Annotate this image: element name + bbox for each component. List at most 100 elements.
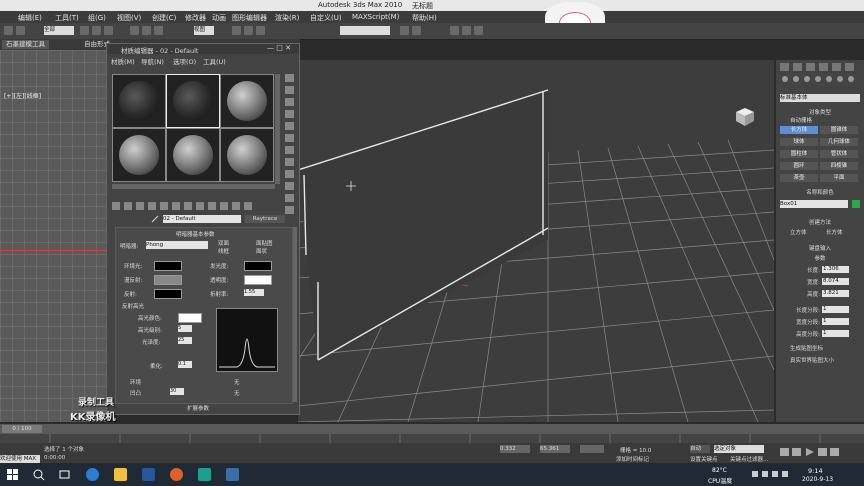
time-slider-thumb[interactable]: 0 / 100	[2, 425, 42, 433]
percent-snap-icon[interactable]	[256, 26, 265, 35]
torus-button[interactable]: 圆环	[780, 162, 818, 170]
slots-scrollbar[interactable]	[275, 74, 280, 184]
selection-filter[interactable]: 全部	[44, 26, 74, 35]
material-type-button[interactable]: Raytrace	[245, 215, 285, 223]
window-controls[interactable]	[830, 0, 864, 11]
search-icon[interactable]	[32, 468, 45, 481]
time-slider[interactable]: 0 / 100	[0, 424, 864, 434]
specular-swatch[interactable]	[154, 289, 182, 299]
menu-help[interactable]: 帮助(H)	[412, 13, 437, 23]
primitive-dropdown[interactable]: 标准基本体	[780, 94, 860, 102]
object-type-header[interactable]: 对象类型	[780, 108, 860, 116]
menu-views[interactable]: 视图(V)	[117, 13, 141, 23]
sample-slot-4[interactable]	[112, 128, 166, 182]
glossiness-input[interactable]: 25	[178, 337, 192, 344]
geosphere-button[interactable]: 几何球体	[820, 138, 858, 146]
creation-method-header[interactable]: 创建方法	[780, 218, 860, 226]
sample-slot-2[interactable]	[166, 74, 220, 128]
set-key-button[interactable]: 设置关键点	[690, 455, 718, 463]
redo-icon[interactable]	[16, 26, 25, 35]
sphere-button[interactable]: 球体	[780, 138, 818, 146]
menu-customize[interactable]: 自定义(U)	[310, 13, 342, 23]
app-task-icon[interactable]	[226, 468, 239, 481]
perspective-viewport[interactable]	[298, 60, 774, 422]
task-view-icon[interactable]	[58, 468, 71, 481]
rect-select-icon[interactable]	[104, 26, 113, 35]
close-icon[interactable]: — □ ✕	[267, 44, 297, 54]
soften-input[interactable]: 0.1	[178, 361, 192, 368]
clock-time[interactable]: 9:14	[808, 467, 823, 475]
start-icon[interactable]	[6, 468, 19, 481]
auto-grid-checkbox[interactable]: 自动栅格	[790, 116, 864, 124]
create-category-icons[interactable]	[780, 74, 860, 84]
3dsmax-task-icon[interactable]	[198, 468, 211, 481]
maxscript-listener[interactable]: 欢迎使用 MAX	[0, 455, 40, 463]
menu-modifiers[interactable]: 修改器	[185, 13, 206, 23]
align-icon[interactable]	[412, 26, 421, 35]
env-checkbox[interactable]: 环境	[130, 378, 141, 386]
auto-key-button[interactable]: 自动	[690, 445, 710, 453]
side-toolbar[interactable]	[285, 72, 295, 222]
keyboard-entry-header[interactable]: 键盘输入	[780, 244, 860, 252]
spec-color-swatch[interactable]	[178, 313, 202, 323]
selected-dropdown[interactable]: 选定对象	[714, 445, 764, 453]
scale-icon[interactable]	[154, 26, 163, 35]
tube-button[interactable]: 管状体	[820, 150, 858, 158]
wire-checkbox[interactable]: 线框	[218, 247, 229, 255]
render-icon[interactable]	[474, 26, 483, 35]
teapot-button[interactable]: 茶壶	[780, 174, 818, 182]
width-input[interactable]: 8.074	[822, 278, 849, 285]
file-explorer-icon[interactable]	[114, 468, 127, 481]
eyedropper-icon[interactable]	[151, 215, 159, 223]
length-segs-input[interactable]: 1	[822, 306, 849, 313]
ref-coord[interactable]: 视图	[194, 26, 214, 35]
menu-options[interactable]: 选项(O)	[173, 56, 196, 66]
plane-button[interactable]: 平面	[820, 174, 858, 182]
word-icon[interactable]	[142, 468, 155, 481]
pyramid-button[interactable]: 四棱锥	[820, 162, 858, 170]
height-input[interactable]: 3.821	[822, 290, 849, 297]
slots-hscrollbar[interactable]	[112, 184, 275, 189]
material-toolbar[interactable]	[112, 201, 282, 211]
real-world-checkbox[interactable]: 真实世界贴图大小	[790, 356, 864, 364]
add-time-tag[interactable]: 添加时间标记	[616, 455, 649, 463]
y-coord-input[interactable]: 65.361	[540, 445, 570, 453]
sample-slot-5[interactable]	[166, 128, 220, 182]
menu-animation[interactable]: 动画	[212, 13, 226, 23]
height-segs-input[interactable]: 1	[822, 330, 849, 337]
select-icon[interactable]	[80, 26, 89, 35]
box-button[interactable]: 长方体	[780, 126, 818, 134]
menu-group[interactable]: 组(G)	[88, 13, 106, 23]
cone-button[interactable]: 圆锥体	[820, 126, 858, 134]
undo-icon[interactable]	[4, 26, 13, 35]
box-radio[interactable]: 长方体	[826, 228, 856, 236]
sample-slot-6[interactable]	[220, 128, 274, 182]
sample-slot-3[interactable]	[220, 74, 274, 128]
material-name-input[interactable]: 02 - Default	[163, 215, 241, 223]
two-sided-checkbox[interactable]: 双面	[218, 239, 229, 247]
self-illum-swatch[interactable]	[244, 261, 272, 271]
params-header[interactable]: 参数	[780, 254, 860, 262]
object-color-swatch[interactable]	[852, 200, 860, 208]
snap-icon[interactable]	[232, 26, 241, 35]
named-selection[interactable]	[340, 26, 390, 35]
menu-navigation[interactable]: 导航(N)	[141, 56, 164, 66]
angle-snap-icon[interactable]	[244, 26, 253, 35]
cylinder-button[interactable]: 圆柱体	[780, 150, 818, 158]
tab-graphite[interactable]: 石墨建模工具	[2, 40, 49, 49]
basic-params-header[interactable]: 明暗器基本参数	[176, 230, 215, 238]
object-name-input[interactable]: Box01	[780, 200, 848, 208]
faceted-checkbox[interactable]: 面状	[256, 247, 267, 255]
tray-icons[interactable]	[750, 469, 800, 479]
viewcube-icon[interactable]	[734, 106, 756, 128]
firefox-icon[interactable]	[170, 468, 183, 481]
left-viewport[interactable]: [+][左][线框]	[0, 50, 106, 422]
x-coord-input[interactable]: 0.332	[500, 445, 530, 453]
viewport-label[interactable]: [+][左][线框]	[4, 91, 41, 100]
name-color-header[interactable]: 名称和颜色	[780, 188, 860, 196]
menu-create[interactable]: 创建(C)	[152, 13, 176, 23]
clock-date[interactable]: 2020-9-13	[802, 476, 833, 483]
menu-utilities[interactable]: 工具(U)	[203, 56, 226, 66]
menu-rendering[interactable]: 渲染(R)	[275, 13, 299, 23]
gen-mapping-checkbox[interactable]: 生成贴图坐标	[790, 344, 864, 352]
